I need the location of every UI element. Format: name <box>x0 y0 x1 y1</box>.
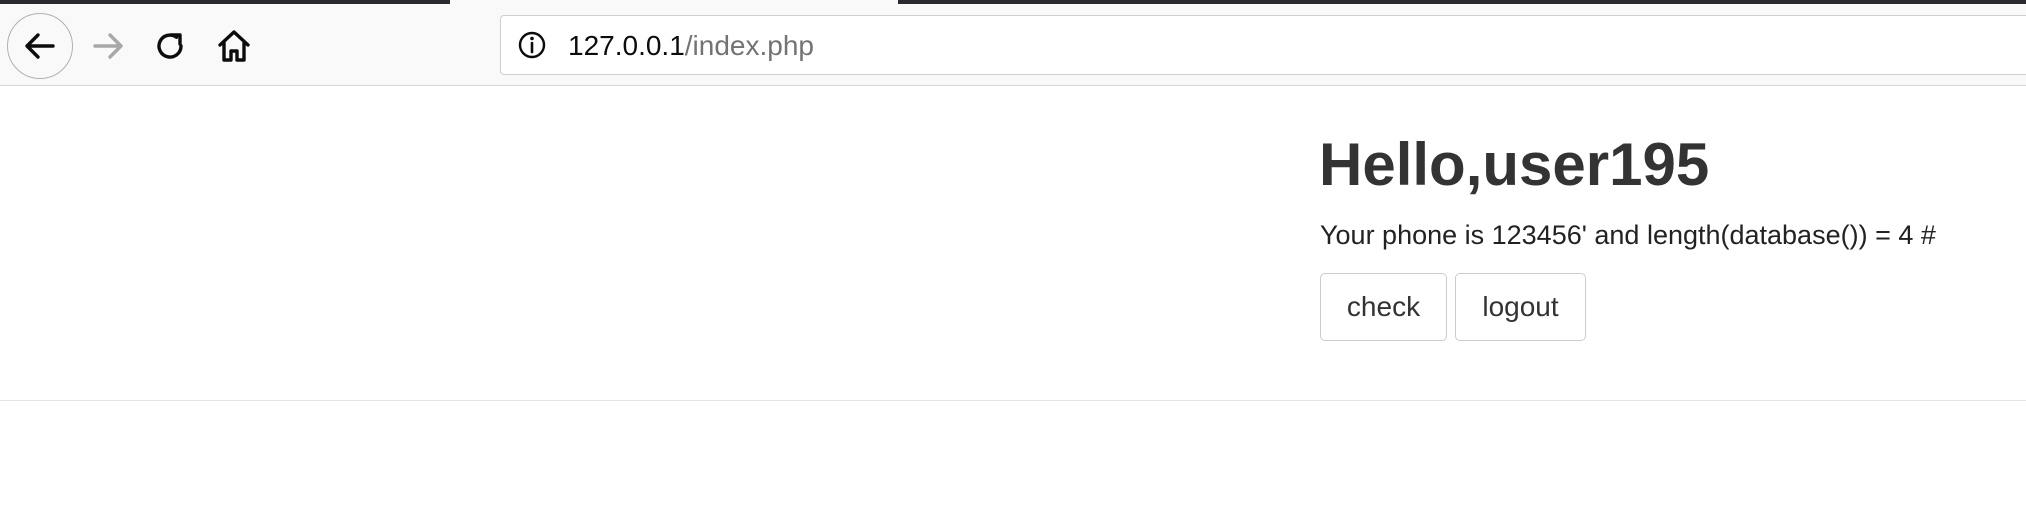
forward-arrow-icon <box>93 33 123 59</box>
back-arrow-icon <box>25 33 55 59</box>
page-title: Hello,user195 <box>1319 131 1710 198</box>
forward-button[interactable] <box>84 22 132 70</box>
info-icon[interactable] <box>517 30 547 60</box>
page-content: Hello,user195 Your phone is 123456' and … <box>0 87 2026 524</box>
divider <box>0 400 2026 401</box>
check-button[interactable]: check <box>1320 273 1447 341</box>
reload-button[interactable] <box>146 22 194 70</box>
home-button[interactable] <box>210 22 258 70</box>
url-host: 127.0.0.1 <box>568 30 685 61</box>
browser-toolbar: 127.0.0.1/index.php <box>0 4 2026 86</box>
logout-button[interactable]: logout <box>1455 273 1586 341</box>
home-icon <box>218 30 250 62</box>
back-button[interactable] <box>7 13 73 79</box>
url-bar[interactable]: 127.0.0.1/index.php <box>500 15 2026 75</box>
reload-icon <box>157 33 183 59</box>
url-path: /index.php <box>684 30 814 61</box>
url-text[interactable]: 127.0.0.1/index.php <box>568 29 814 63</box>
phone-info-text: Your phone is 123456' and length(databas… <box>1320 220 1936 250</box>
